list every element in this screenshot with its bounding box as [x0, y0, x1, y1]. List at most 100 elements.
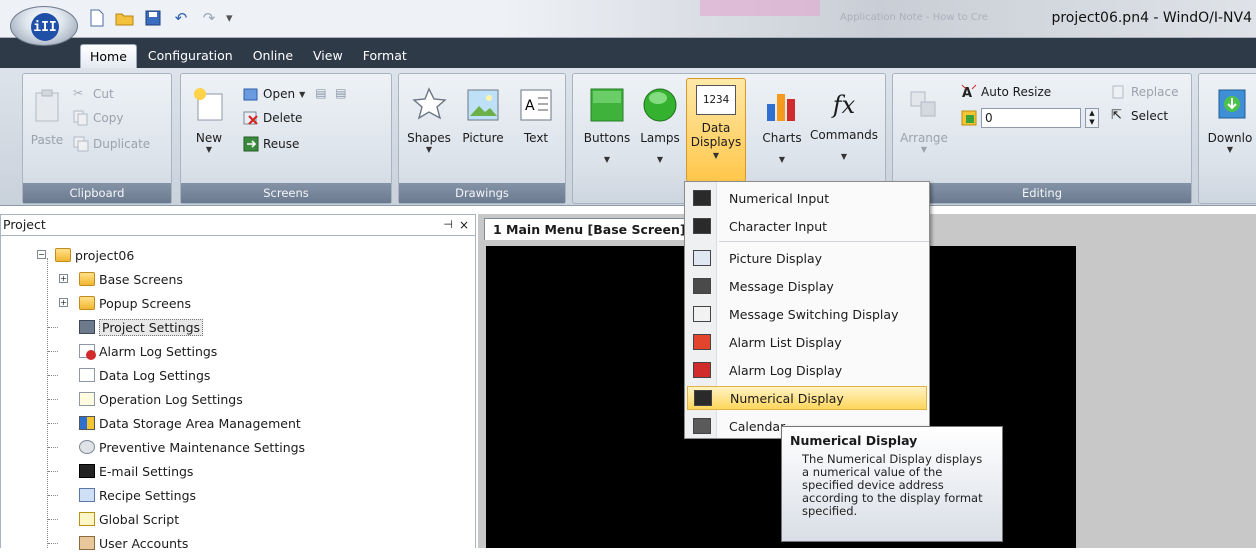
copy-button[interactable]: Copy [73, 110, 123, 126]
buttons-button[interactable]: Buttons ▼ [581, 86, 633, 164]
menu-item-alarm-log-display[interactable]: Alarm Log Display [687, 358, 927, 382]
title-bar-decoration [700, 0, 820, 16]
email-icon [79, 464, 95, 478]
screens-group: New ▼ Open ▼ ▤ ▤ Delete Reuse Screens [180, 73, 392, 204]
project-panel-header: Project ⊣ × [0, 214, 476, 236]
charts-icon [767, 94, 795, 121]
menu-item-message-display[interactable]: Message Display [687, 274, 927, 298]
new-file-icon[interactable] [86, 7, 108, 29]
close-panel-icon[interactable]: × [459, 215, 469, 235]
tree-node-preventive-maintenance-settings[interactable]: Preventive Maintenance Settings [79, 436, 305, 458]
delete-screen-button[interactable]: Delete [243, 110, 302, 126]
tree-node-global-script[interactable]: Global Script [79, 508, 179, 530]
data-displays-label-1: Data [701, 121, 731, 135]
customize-qat-icon[interactable]: ▾ [226, 11, 233, 26]
lamp-part-icon [643, 88, 677, 122]
svg-text:A: A [962, 86, 972, 100]
previous-screen-icon[interactable]: ▤ [315, 86, 331, 102]
tree-node-alarm-log-settings[interactable]: Alarm Log Settings [79, 340, 217, 362]
shapes-dropdown-arrow[interactable]: ▼ [403, 145, 455, 154]
calendar-icon [693, 418, 711, 434]
scissors-icon: ✂ [73, 86, 84, 100]
pin-icon[interactable]: ⊣ [443, 215, 453, 235]
tree-node-popup-screens[interactable]: Popup Screens [79, 292, 191, 314]
picture-button[interactable]: Picture [457, 86, 509, 145]
select-button[interactable]: ⇱ Select [1111, 108, 1168, 124]
document-tab-main-menu[interactable]: 1 Main Menu [Base Screen] [484, 218, 695, 240]
message-switching-icon [693, 306, 711, 322]
tree-node-base-screens[interactable]: Base Screens [79, 268, 183, 290]
tree-node-email-settings[interactable]: E-mail Settings [79, 460, 193, 482]
arrange-icon [910, 91, 936, 117]
screens-group-label: Screens [181, 183, 391, 203]
tree-expand-popup-screens[interactable]: + [59, 298, 68, 307]
open-folder-icon[interactable] [114, 7, 136, 29]
tab-configuration[interactable]: Configuration [139, 44, 242, 68]
tree-collapse-project06[interactable]: − [37, 250, 46, 259]
folder-open-icon [55, 248, 71, 262]
commands-dropdown-arrow[interactable]: ▼ [809, 152, 879, 161]
ribbon-tab-bar: Home Configuration Online View Format [0, 38, 1256, 68]
tree-node-user-accounts[interactable]: User Accounts [79, 532, 188, 554]
application-button[interactable]: iII [10, 6, 78, 46]
tree-expand-base-screens[interactable]: + [59, 274, 68, 283]
download-button[interactable]: Downlo ▼ [1203, 86, 1256, 154]
buttons-dropdown-arrow[interactable]: ▼ [581, 155, 633, 164]
charts-dropdown-arrow[interactable]: ▼ [757, 155, 807, 164]
data-displays-menu: Numerical Input Character Input Picture … [684, 181, 930, 439]
tree-node-data-log-settings[interactable]: Data Log Settings [79, 364, 210, 386]
arrange-button[interactable]: Arrange ▼ [897, 86, 951, 154]
arrange-dropdown-arrow[interactable]: ▼ [897, 145, 951, 154]
resize-spin-buttons[interactable]: ▲ ▼ [1085, 108, 1099, 128]
replace-button[interactable]: Replace [1111, 84, 1178, 100]
drawings-group-label: Drawings [399, 183, 565, 203]
next-screen-icon[interactable]: ▤ [335, 86, 351, 102]
shapes-icon [412, 87, 447, 120]
tree-node-project-settings[interactable]: Project Settings [79, 316, 204, 338]
svg-text:A: A [525, 98, 535, 114]
auto-resize-icon: A [961, 84, 977, 100]
download-dropdown-arrow[interactable]: ▼ [1203, 145, 1256, 154]
charts-button[interactable]: Charts ▼ [757, 86, 807, 164]
redo-icon[interactable]: ↷ [198, 7, 220, 29]
auto-resize-button[interactable]: A Auto Resize [961, 84, 1051, 100]
paste-button[interactable]: Paste [27, 88, 67, 147]
data-displays-dropdown-arrow[interactable]: ▼ [687, 149, 745, 163]
menu-item-numerical-input[interactable]: Numerical Input [687, 186, 927, 210]
new-dropdown-arrow[interactable]: ▼ [189, 145, 229, 154]
menu-item-alarm-list-display[interactable]: Alarm List Display [687, 330, 927, 354]
paste-icon [35, 89, 59, 122]
data-displays-button[interactable]: 1234 Data Displays ▼ [686, 78, 746, 182]
tree-node-project06[interactable]: project06 [55, 244, 134, 266]
tab-online[interactable]: Online [244, 44, 302, 68]
editing-group-label: Editing [893, 183, 1191, 203]
shapes-button[interactable]: Shapes ▼ [403, 86, 455, 154]
menu-item-message-switching-display[interactable]: Message Switching Display [687, 302, 927, 326]
tab-view[interactable]: View [304, 44, 352, 68]
tree-node-recipe-settings[interactable]: Recipe Settings [79, 484, 196, 506]
menu-item-numerical-display[interactable]: Numerical Display [687, 386, 927, 410]
new-screen-button[interactable]: New ▼ [189, 86, 229, 154]
data-log-icon [79, 368, 95, 382]
lamps-button[interactable]: Lamps ▼ [635, 86, 685, 164]
menu-item-picture-display[interactable]: Picture Display [687, 246, 927, 270]
open-screen-button[interactable]: Open ▼ ▤ ▤ [243, 86, 351, 102]
tab-format[interactable]: Format [354, 44, 416, 68]
text-button[interactable]: A Text [511, 86, 561, 145]
tree-node-operation-log-settings[interactable]: Operation Log Settings [79, 388, 243, 410]
open-dropdown-arrow[interactable]: ▼ [299, 90, 305, 99]
menu-item-character-input[interactable]: Character Input [687, 214, 927, 238]
resize-value-input[interactable]: 0 [981, 108, 1081, 128]
tab-home[interactable]: Home [80, 44, 137, 68]
duplicate-button[interactable]: Duplicate [73, 136, 150, 152]
background-window-title: Application Note - How to Cre [840, 12, 988, 23]
save-icon[interactable] [142, 7, 164, 29]
ribbon: Paste ✂ Cut Copy Duplicate Clipboard New… [0, 68, 1256, 206]
undo-icon[interactable]: ↶ [170, 7, 192, 29]
folder-icon [79, 296, 95, 310]
commands-button[interactable]: fx Commands ▼ [809, 86, 879, 161]
reuse-screen-button[interactable]: Reuse [243, 136, 299, 152]
tree-node-data-storage-area-management[interactable]: Data Storage Area Management [79, 412, 301, 434]
cut-button[interactable]: ✂ Cut [73, 86, 114, 102]
lamps-dropdown-arrow[interactable]: ▼ [635, 155, 685, 164]
